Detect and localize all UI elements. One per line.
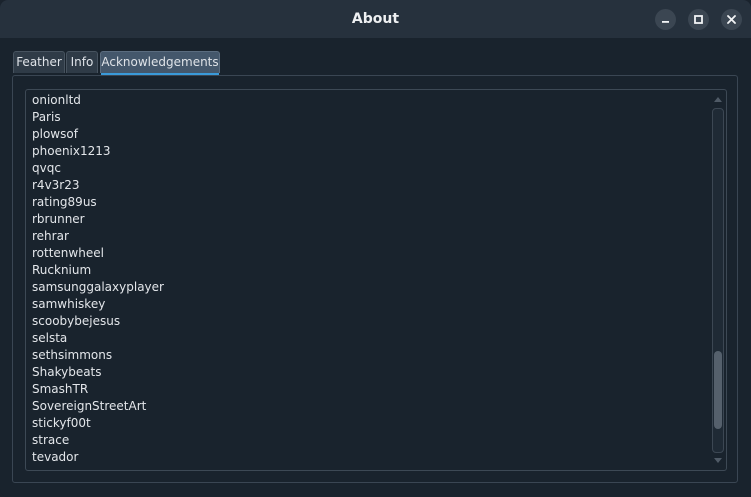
- list-item[interactable]: r4v3r23: [32, 177, 164, 194]
- maximize-button[interactable]: [688, 9, 709, 30]
- list-item[interactable]: rbrunner: [32, 211, 164, 228]
- list-item[interactable]: rehrar: [32, 228, 164, 245]
- title-bar[interactable]: About: [0, 0, 751, 38]
- list-item[interactable]: selsta: [32, 330, 164, 347]
- vertical-scrollbar[interactable]: [712, 108, 724, 453]
- list-item[interactable]: tevador: [32, 449, 164, 466]
- tab-panel: onionltd Paris plowsof phoenix1213 qvqc r4v3r…: [12, 75, 738, 483]
- acknowledgements-list[interactable]: onionltd Paris plowsof phoenix1213 qvqc r4v3r…: [25, 89, 727, 471]
- scroll-down-arrow-icon[interactable]: [713, 457, 723, 465]
- list-item[interactable]: stickyf00t: [32, 415, 164, 432]
- tab-info[interactable]: Info: [66, 51, 98, 73]
- tab-acknowledgements[interactable]: Acknowledgements: [100, 51, 220, 75]
- list-item[interactable]: strace: [32, 432, 164, 449]
- list-item[interactable]: samsunggalaxyplayer: [32, 279, 164, 296]
- list-item[interactable]: SmashTR: [32, 381, 164, 398]
- minimize-button[interactable]: [655, 9, 676, 30]
- list-item[interactable]: Paris: [32, 109, 164, 126]
- list-item[interactable]: qvqc: [32, 160, 164, 177]
- acknowledgements-names: onionltd Paris plowsof phoenix1213 qvqc r4v3r…: [32, 92, 164, 466]
- list-item[interactable]: rating89us: [32, 194, 164, 211]
- window-title: About: [351, 11, 400, 27]
- list-item[interactable]: scoobybejesus: [32, 313, 164, 330]
- scroll-up-arrow-icon[interactable]: [713, 95, 723, 103]
- list-item[interactable]: SovereignStreetArt: [32, 398, 164, 415]
- list-item[interactable]: Shakybeats: [32, 364, 164, 381]
- scrollbar-thumb[interactable]: [714, 351, 722, 429]
- list-item[interactable]: Rucknium: [32, 262, 164, 279]
- minimize-icon: [662, 21, 669, 23]
- close-icon: [727, 15, 736, 24]
- list-item[interactable]: rottenwheel: [32, 245, 164, 262]
- list-item[interactable]: sethsimmons: [32, 347, 164, 364]
- close-button[interactable]: [721, 9, 742, 30]
- about-window: About Feather Info Acknowledgements onio…: [0, 0, 751, 497]
- maximize-icon: [694, 15, 703, 24]
- list-item[interactable]: samwhiskey: [32, 296, 164, 313]
- list-item[interactable]: plowsof: [32, 126, 164, 143]
- list-item[interactable]: onionltd: [32, 92, 164, 109]
- tab-feather[interactable]: Feather: [13, 51, 65, 73]
- list-item[interactable]: phoenix1213: [32, 143, 164, 160]
